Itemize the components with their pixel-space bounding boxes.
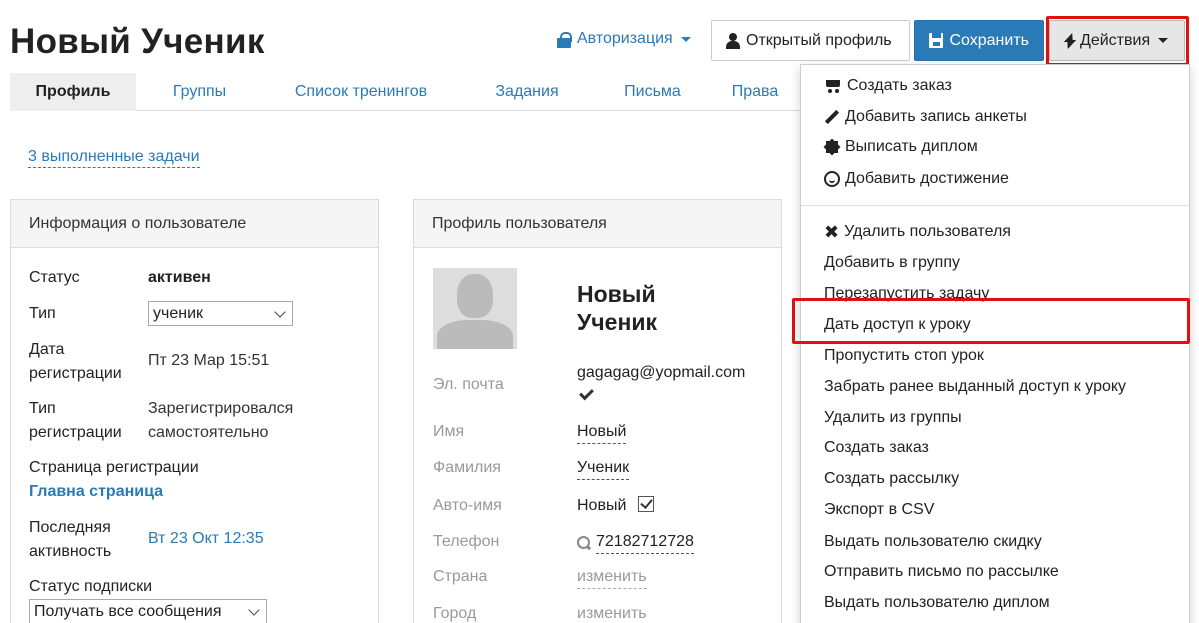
chevron-down-icon (274, 305, 286, 318)
menu-item-label: Создать заказ (847, 77, 952, 94)
menu-item-give-diploma[interactable]: Выдать пользователю диплом (824, 592, 1050, 614)
user-profile-panel: Профиль пользователя (413, 199, 782, 623)
status-value: активен (148, 269, 211, 286)
menu-item-skip-stop-lesson[interactable]: Пропустить стоп урок (824, 345, 984, 367)
smile-icon (824, 171, 840, 187)
menu-item-add-form-entry[interactable]: Добавить запись анкеты (824, 106, 1027, 128)
country-label: Страна (433, 568, 488, 585)
profile-name: Новый Ученик (577, 280, 657, 336)
menu-divider (801, 205, 1189, 206)
reg-date-value: Пт 23 Мар 15:51 (148, 352, 270, 369)
last-activity-link[interactable]: Вт 23 Окт 12:35 (148, 527, 264, 551)
auto-name-checkbox[interactable] (638, 496, 654, 512)
email-label: Эл. почта (433, 376, 504, 393)
user-icon (726, 32, 740, 49)
page-title: Новый Ученик (10, 22, 265, 61)
menu-item-send-mailing-letter[interactable]: Отправить письмо по рассылке (824, 561, 1059, 583)
tab-letters[interactable]: Письма (595, 73, 710, 111)
last-name-label: Фамилия (433, 459, 501, 476)
close-icon: ✖ (824, 222, 840, 242)
save-label: Сохранить (949, 31, 1029, 49)
menu-item-label: Удалить пользователя (844, 223, 1011, 240)
menu-item-remove-from-group[interactable]: Удалить из группы (824, 407, 962, 429)
type-select[interactable]: ученик (148, 301, 293, 326)
tab-rights[interactable]: Права (710, 73, 800, 111)
menu-item-revoke-lesson-access[interactable]: Забрать ранее выданный доступ к уроку (824, 376, 1126, 398)
chevron-down-icon (248, 603, 260, 616)
menu-item-label: Добавить запись анкеты (845, 108, 1027, 125)
tab-bar: Профиль Группы Список тренингов Задания … (10, 73, 800, 111)
authorization-dropdown[interactable]: Авторизация (557, 30, 691, 48)
reg-page-link[interactable]: Главна страница (29, 480, 163, 504)
subscription-select[interactable]: Получать все сообщения (29, 599, 267, 623)
menu-item-create-order-2[interactable]: Создать заказ (824, 437, 929, 459)
menu-item-delete-user[interactable]: ✖ Удалить пользователя (824, 221, 1011, 243)
type-label: Тип (29, 305, 56, 322)
reg-date-label-line1: Дата (29, 341, 65, 358)
country-change-link[interactable]: изменить (577, 566, 647, 589)
last-activity-label-line2: активность (29, 543, 112, 560)
email-value: gagagag@yopmail.com (577, 364, 746, 381)
menu-item-issue-diploma[interactable]: Выписать диплом (824, 136, 978, 158)
tab-trainings[interactable]: Список тренингов (263, 73, 459, 111)
avatar[interactable] (433, 268, 517, 349)
save-button[interactable]: Сохранить (914, 20, 1044, 61)
phone-field[interactable]: 72182712728 (596, 531, 694, 554)
tab-tasks[interactable]: Задания (459, 73, 595, 111)
phone-label: Телефон (433, 533, 500, 550)
cart-icon (824, 78, 842, 94)
reg-type-value-line1: Зарегистрировался (148, 400, 294, 417)
menu-item-create-order[interactable]: Создать заказ (824, 75, 952, 97)
menu-item-export-csv[interactable]: Экспорт в CSV (824, 499, 934, 521)
open-profile-label: Открытый профиль (746, 31, 892, 49)
completed-tasks-link[interactable]: 3 выполненные задачи (28, 148, 200, 168)
caret-down-icon (680, 36, 691, 42)
user-profile-title: Профиль пользователя (414, 200, 781, 248)
menu-item-give-discount[interactable]: Выдать пользователю скидку (824, 531, 1042, 553)
highlight-box-actions (1046, 16, 1189, 66)
menu-item-add-achievement[interactable]: Добавить достижение (824, 168, 1009, 190)
menu-item-add-to-group[interactable]: Добавить в группу (824, 252, 960, 274)
lock-icon (557, 31, 572, 48)
reg-type-label-line2: регистрации (29, 424, 122, 441)
first-name-field[interactable]: Новый (577, 421, 627, 444)
city-change-link[interactable]: изменить (577, 603, 647, 623)
reg-type-label-line1: Тип (29, 400, 56, 417)
last-name-field[interactable]: Ученик (577, 457, 630, 480)
city-label: Город (433, 605, 477, 622)
reg-date-label-line2: регистрации (29, 365, 122, 382)
reg-type-value-line2: самостоятельно (148, 424, 269, 441)
profile-first-name: Новый (577, 281, 656, 307)
auto-name-value: Новый (577, 497, 627, 514)
open-profile-button[interactable]: Открытый профиль (711, 20, 910, 61)
last-activity-label-line1: Последняя (29, 519, 111, 536)
pencil-icon (824, 109, 840, 125)
menu-item-label: Выписать диплом (845, 138, 978, 155)
certificate-icon (824, 139, 840, 155)
tab-profile[interactable]: Профиль (10, 73, 136, 111)
authorization-label: Авторизация (577, 30, 673, 47)
floppy-disk-icon (929, 33, 944, 48)
highlight-box-grant-access (792, 298, 1190, 344)
menu-item-label: Добавить достижение (845, 170, 1009, 187)
user-info-title: Информация о пользователе (11, 200, 378, 248)
subscription-label: Статус подписки (29, 578, 153, 595)
status-label: Статус (29, 269, 80, 286)
subscription-select-value: Получать все сообщения (34, 602, 222, 620)
search-icon[interactable] (577, 536, 591, 550)
type-select-value: ученик (153, 304, 204, 322)
auto-name-label: Авто-имя (433, 497, 502, 514)
first-name-label: Имя (433, 423, 465, 440)
profile-last-name: Ученик (577, 309, 657, 335)
tab-groups[interactable]: Группы (136, 73, 263, 111)
menu-item-create-mailing[interactable]: Создать рассылку (824, 468, 959, 490)
reg-page-label: Страница регистрации (29, 459, 199, 476)
